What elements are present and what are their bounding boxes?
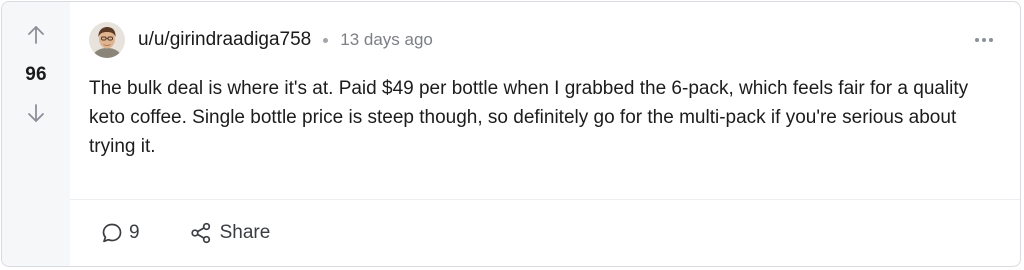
share-label: Share — [219, 222, 271, 243]
more-horizontal-icon — [975, 38, 993, 42]
comment-timestamp: 13 days ago — [340, 30, 433, 49]
more-options-button[interactable] — [970, 28, 998, 52]
downvote-button[interactable] — [21, 98, 51, 128]
user-avatar-icon — [89, 22, 125, 58]
vote-column: 96 — [2, 2, 70, 266]
comment-content: u/u/girindraadiga758 13 days ago The bul… — [70, 2, 1020, 266]
arrow-down-icon — [28, 104, 44, 122]
comment-body-area: u/u/girindraadiga758 13 days ago The bul… — [70, 2, 1020, 199]
comment-actions-bar: 9 Share — [70, 199, 1020, 266]
comments-count: 9 — [129, 222, 140, 243]
share-button[interactable]: Share — [190, 222, 271, 244]
comments-button[interactable]: 9 — [101, 222, 140, 244]
comment-text: The bulk deal is where it's at. Paid $49… — [89, 78, 969, 157]
comment-meta: u/u/girindraadiga758 13 days ago — [89, 20, 1000, 60]
avatar[interactable] — [89, 22, 125, 58]
comment-card: 96 u/u/girindraadiga758 13 days ago The … — [1, 1, 1021, 267]
arrow-up-icon — [28, 26, 44, 44]
meta-separator-dot — [323, 37, 329, 43]
vote-score: 96 — [25, 64, 47, 85]
upvote-button[interactable] — [21, 20, 51, 50]
author-username[interactable]: u/u/girindraadiga758 — [138, 29, 311, 51]
comment-bubble-icon — [102, 223, 122, 243]
share-icon — [190, 222, 210, 244]
